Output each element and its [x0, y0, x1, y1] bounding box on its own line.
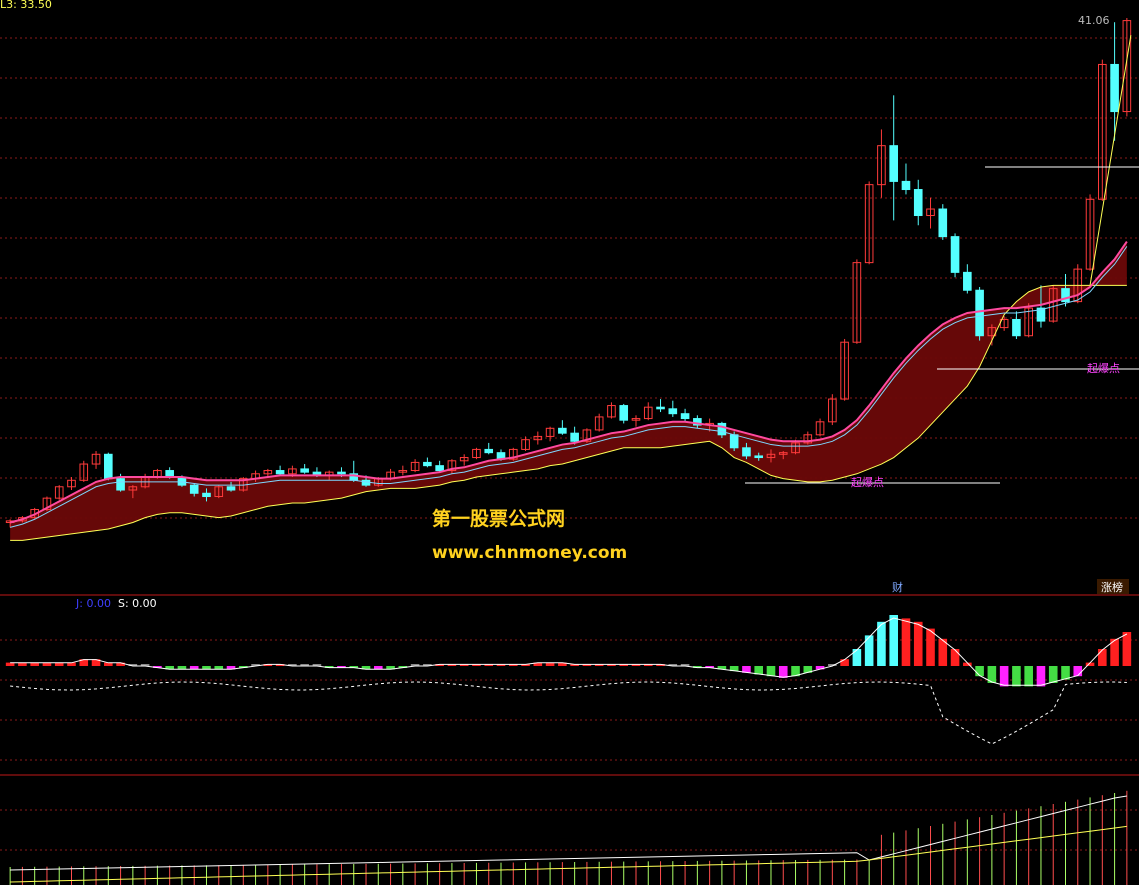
candle-body — [975, 289, 984, 337]
candle-body — [754, 455, 764, 459]
sub-bar — [901, 618, 911, 666]
watermark-title: 第一股票公式网 — [432, 507, 565, 530]
candle-body — [963, 271, 972, 291]
signal-label-1: 起爆点 — [851, 475, 884, 489]
signal-label-2: 起爆点 — [1087, 361, 1120, 375]
candle-body — [275, 470, 285, 475]
sub-bar — [852, 649, 862, 666]
sub-bar — [1048, 666, 1058, 683]
sub-white-curve — [10, 617, 1128, 686]
candle-body — [742, 447, 751, 457]
candle-body — [619, 405, 629, 421]
candle-body — [435, 465, 444, 472]
price-band — [10, 241, 1127, 541]
vol-yellow-line — [10, 825, 1127, 883]
candle-body — [901, 180, 911, 191]
watermark-url: www.chnmoney.com — [432, 543, 627, 563]
sub-bar — [1012, 666, 1021, 687]
sub-bar — [840, 659, 849, 666]
candle-body — [717, 422, 727, 436]
candle-body — [656, 406, 665, 410]
sub-bar — [877, 621, 886, 666]
sub-indicator — [5, 615, 1132, 745]
candle-body — [1110, 63, 1119, 113]
sub-bar — [950, 649, 960, 666]
candle-body — [913, 189, 923, 217]
candle-body — [484, 448, 494, 454]
band-area — [10, 241, 1127, 541]
indicator-label: L3: 33.50 — [0, 0, 52, 11]
indicator-lines — [9, 35, 1132, 541]
candle-body — [938, 208, 948, 238]
sub-bar — [926, 628, 935, 666]
j-value-label: J: 0.00 — [75, 597, 111, 610]
candle-body — [423, 461, 432, 467]
candle-body — [202, 492, 211, 498]
sub-bar — [889, 615, 898, 666]
vol-white-line — [10, 795, 1127, 871]
sub-bar — [913, 621, 923, 666]
sub-bar — [1098, 649, 1107, 666]
sub-bar — [1073, 666, 1083, 677]
candle-body — [570, 432, 579, 442]
candle-body — [889, 145, 899, 182]
candle-body — [668, 408, 678, 415]
sub-bar — [1122, 632, 1132, 666]
zhangting-tag: 涨榜 — [1101, 580, 1123, 594]
candle-body — [950, 236, 960, 273]
sub-bar — [1024, 666, 1033, 687]
candle-body — [337, 471, 346, 475]
candle-body — [1012, 318, 1021, 337]
candle-body — [189, 484, 199, 494]
sub-bar — [766, 666, 776, 677]
sub-dashed-curve — [10, 681, 1127, 745]
candle-body — [729, 434, 739, 449]
price-high-label: 41.06 — [1078, 14, 1110, 27]
sub-bar — [975, 666, 984, 677]
candle-body — [226, 486, 236, 491]
s-value-label: S: 0.00 — [118, 597, 157, 610]
candle-body — [300, 468, 309, 473]
candle-body — [104, 453, 113, 480]
candle-body — [558, 427, 567, 434]
sub-bar — [999, 666, 1009, 687]
sub-bar — [1036, 666, 1046, 687]
chart-canvas: L3: 33.50 41.06 J: 0.00 S: 0.00 财 涨榜 起爆点… — [0, 0, 1139, 885]
volume-panel — [9, 790, 1128, 885]
candle-body — [680, 413, 690, 420]
sub-bar — [778, 666, 788, 678]
candle-body — [116, 478, 125, 491]
cai-tag: 财 — [892, 580, 903, 594]
